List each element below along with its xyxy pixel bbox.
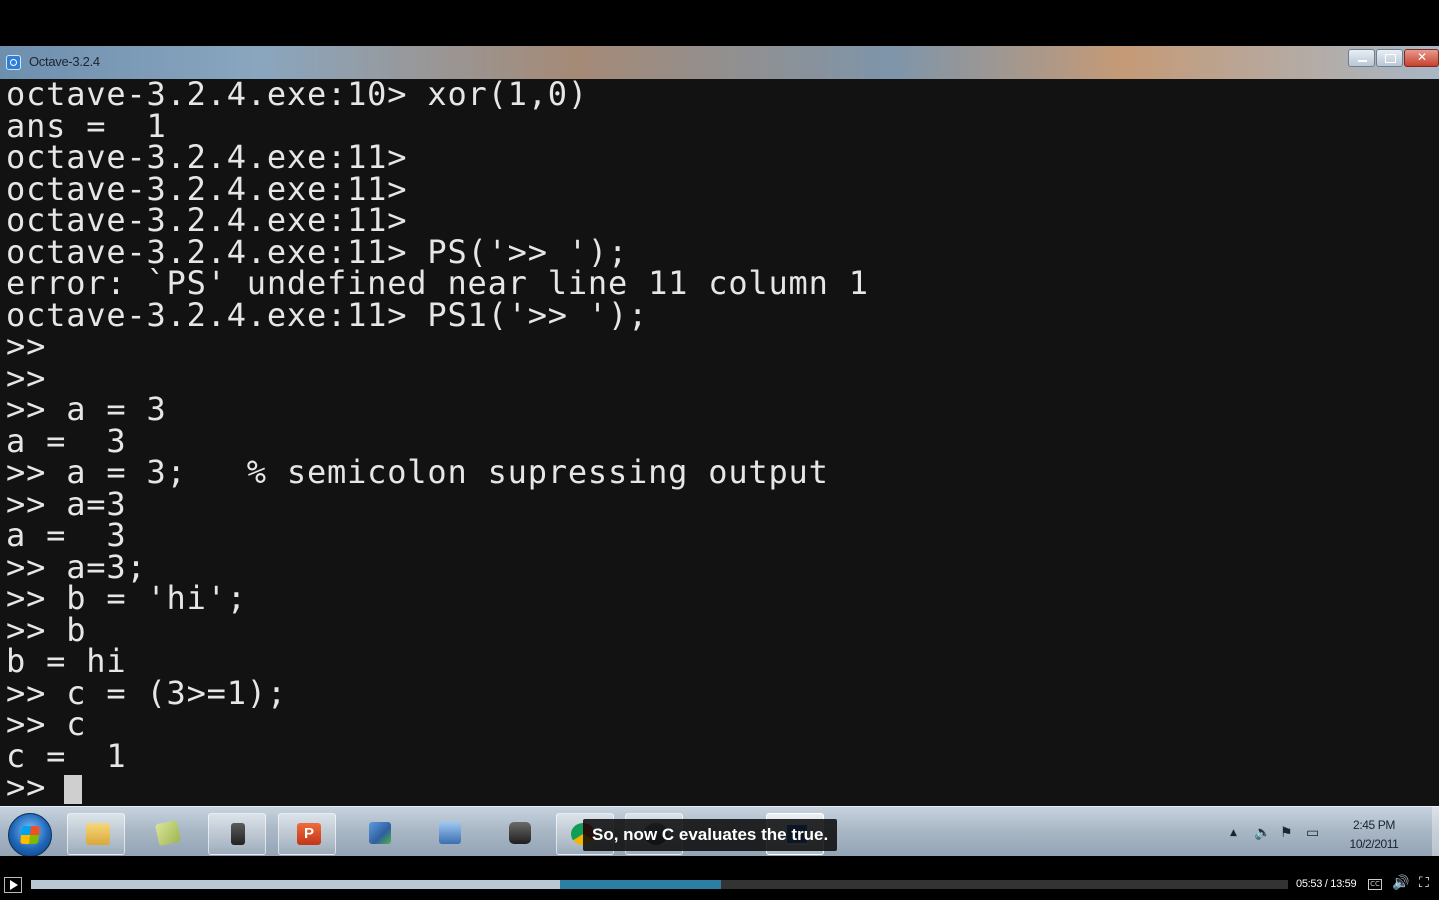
- system-tray: ▲ 🔈 ⚑ ▭ 2:45 PM 10/2/2011: [1224, 813, 1439, 857]
- console-line: octave-3.2.4.exe:10> xor(1,0): [6, 79, 588, 113]
- maximize-button[interactable]: [1376, 49, 1403, 67]
- taskbar-item-tools[interactable]: [208, 813, 266, 855]
- console-line: octave-3.2.4.exe:11> PS('>> ');: [6, 232, 629, 271]
- folder-icon: [86, 823, 110, 845]
- tools-icon: [231, 823, 245, 845]
- network-icon: [369, 822, 391, 844]
- show-desktop-button[interactable]: [1432, 806, 1439, 856]
- time-readout: 05:53 / 13:59: [1296, 878, 1357, 890]
- show-hidden-icons-icon[interactable]: ▲: [1230, 828, 1237, 838]
- console-line: b = hi: [6, 642, 127, 680]
- network-status-icon[interactable]: ▭: [1306, 825, 1319, 841]
- console-line: >> c = (3>=1);: [6, 673, 287, 712]
- console-line: error: `PS' undefined near line 11 colum…: [6, 264, 869, 302]
- taskbar-item-camera[interactable]: [495, 813, 545, 855]
- video-player-controls: 05:53 / 13:59 CC 🔊 ⛶: [0, 856, 1439, 900]
- action-center-flag-icon[interactable]: ⚑: [1280, 825, 1293, 841]
- console-line: octave-3.2.4.exe:11>: [6, 201, 408, 239]
- octave-app-icon: [6, 55, 21, 70]
- console-line: >> a=3;: [6, 547, 147, 586]
- console-output[interactable]: octave-3.2.4.exe:10> xor(1,0) ans = 1 oc…: [0, 79, 1439, 806]
- console-line: octave-3.2.4.exe:11>: [6, 138, 408, 176]
- remote-desktop-icon: [439, 822, 461, 844]
- octave-window: Octave-3.2.4 octave-3.2.4.exe:10> xor(1,…: [0, 46, 1439, 806]
- console-line: >> a = 3: [6, 390, 167, 428]
- speaker-icon[interactable]: 🔈: [1254, 825, 1271, 841]
- console-line: ans = 1: [6, 106, 167, 145]
- closed-captions-button[interactable]: CC: [1368, 879, 1382, 890]
- console-line: >> a = 3; % semicolon supressing output: [6, 453, 829, 491]
- console-line: a = 3: [6, 421, 127, 460]
- minimize-button[interactable]: [1348, 49, 1375, 67]
- console-line: octave-3.2.4.exe:11>: [6, 169, 408, 208]
- clock-time[interactable]: 2:45 PM: [1344, 818, 1404, 832]
- taskbar-item-network[interactable]: [355, 813, 405, 855]
- console-line: >> c: [6, 705, 87, 743]
- start-button[interactable]: [8, 813, 52, 857]
- video-caption: So, now C evaluates the true.: [583, 819, 838, 851]
- fullscreen-icon[interactable]: ⛶: [1419, 875, 1429, 891]
- window-title: Octave-3.2.4: [29, 54, 100, 69]
- sticky-notes-icon: [154, 819, 182, 847]
- progress-played: [31, 880, 561, 889]
- powerpoint-icon: P: [297, 823, 321, 845]
- taskbar-item-notes[interactable]: [143, 813, 193, 855]
- close-button[interactable]: [1404, 49, 1439, 67]
- video-progress-bar[interactable]: [31, 880, 1288, 889]
- camera-icon: [509, 822, 531, 844]
- console-line: >>: [6, 358, 47, 397]
- console-line: c = 1: [6, 736, 127, 775]
- letterbox-top: [0, 0, 1439, 46]
- console-line: >> b: [6, 610, 87, 649]
- taskbar-item-remote-desktop[interactable]: [425, 813, 475, 855]
- play-button[interactable]: [4, 877, 22, 893]
- window-titlebar[interactable]: Octave-3.2.4: [0, 46, 1439, 80]
- console-prompt[interactable]: >>: [6, 771, 46, 803]
- console-line: >> a=3: [6, 484, 127, 523]
- console-line: >>: [6, 327, 47, 365]
- text-cursor: [64, 775, 82, 804]
- taskbar-item-explorer[interactable]: [67, 813, 125, 855]
- console-line: a = 3: [6, 516, 127, 554]
- clock-date[interactable]: 10/2/2011: [1344, 837, 1404, 851]
- console-line: >> b = 'hi';: [6, 579, 247, 617]
- volume-icon[interactable]: 🔊: [1392, 875, 1409, 891]
- taskbar-item-powerpoint[interactable]: P: [278, 813, 336, 855]
- console-line: octave-3.2.4.exe:11> PS1('>> ');: [6, 295, 649, 334]
- taskbar: P So, now C evaluates the true. ▲ 🔈 ⚑ ▭ …: [0, 806, 1439, 857]
